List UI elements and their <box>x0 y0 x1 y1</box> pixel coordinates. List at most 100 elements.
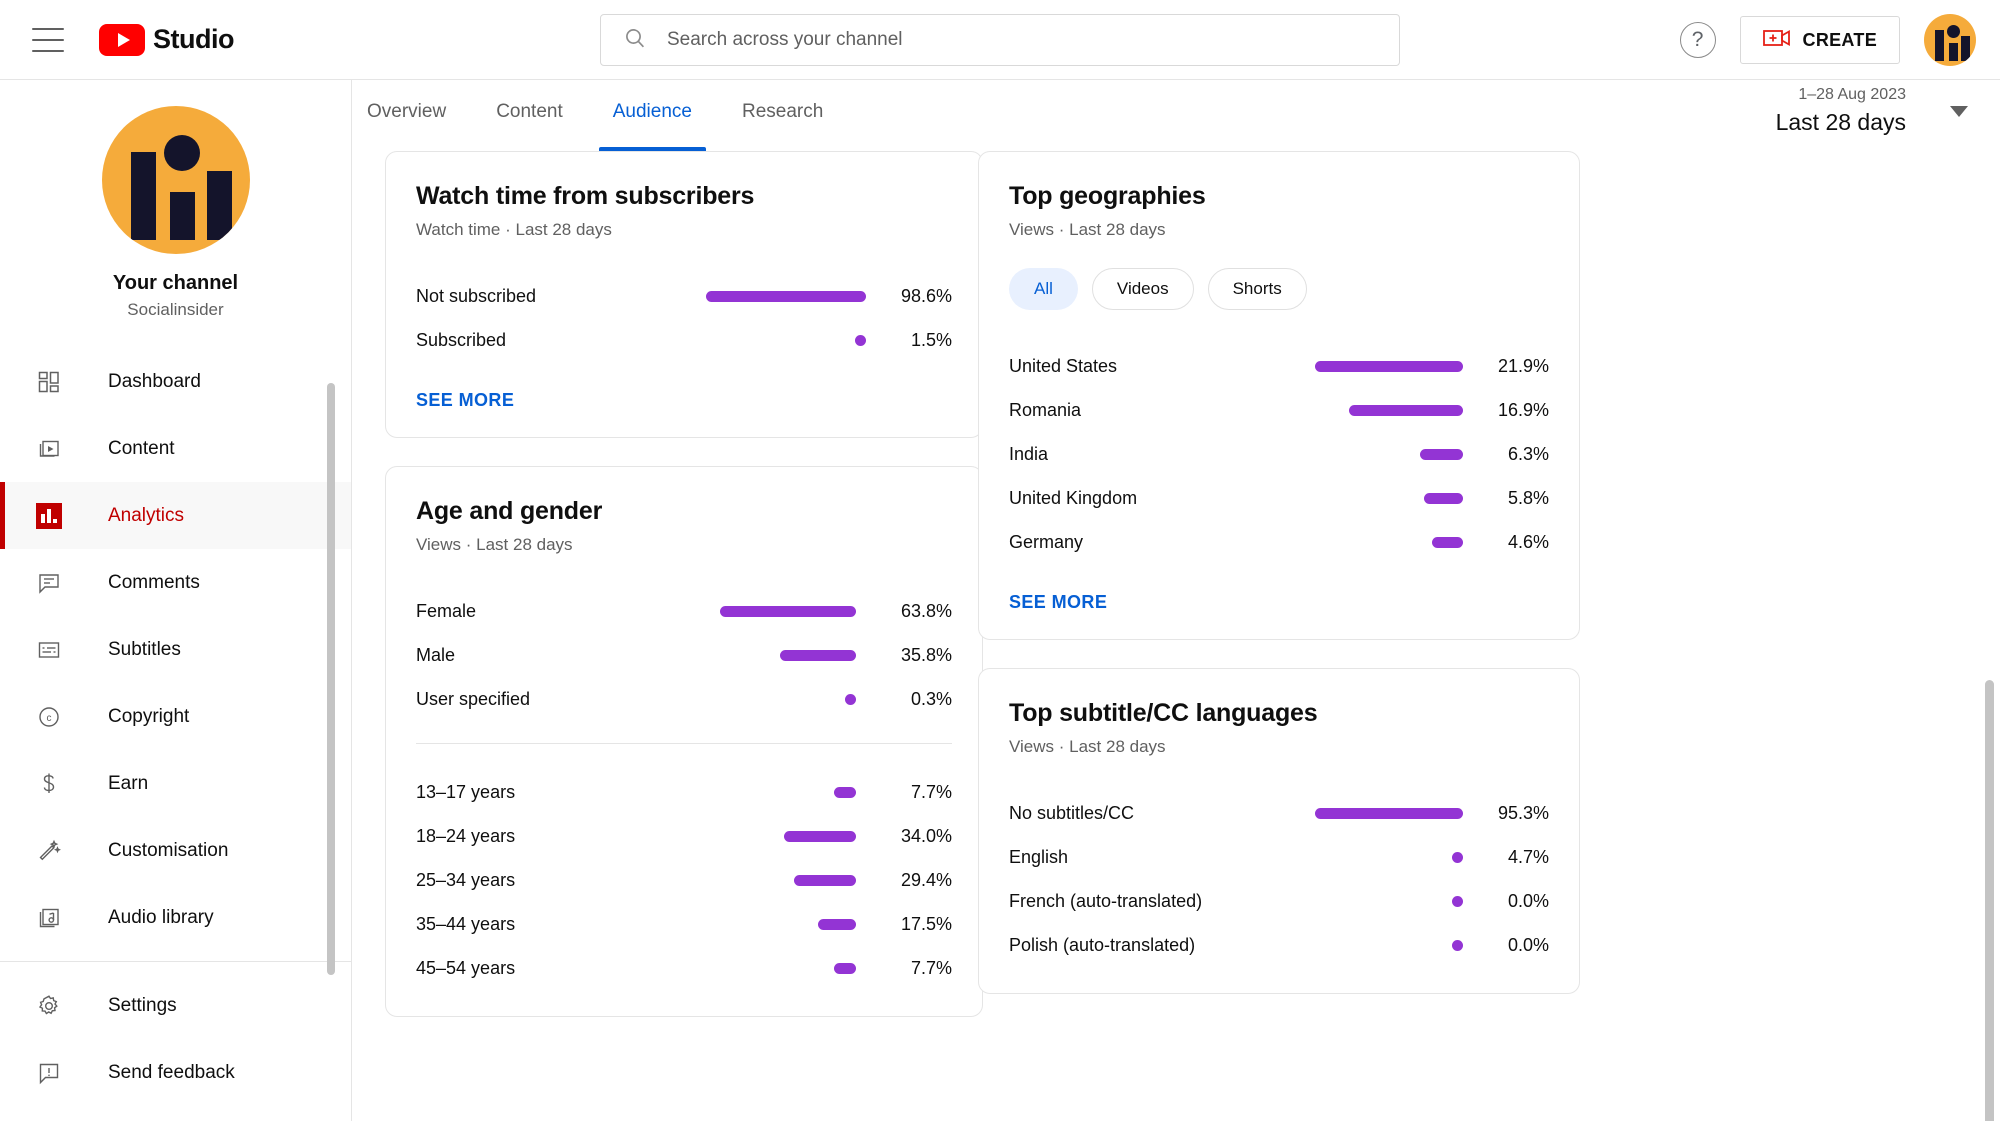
table-row[interactable]: United Kingdom 5.8% <box>1009 476 1549 520</box>
row-label: 13–17 years <box>416 781 516 802</box>
sidebar-item-comments[interactable]: Comments <box>0 549 351 616</box>
sidebar-item-dashboard[interactable]: Dashboard <box>0 348 351 415</box>
row-label: User specified <box>416 688 531 709</box>
sidebar-nav: Dashboard Content Analytics Comments Sub… <box>0 348 351 1106</box>
table-row[interactable]: India 6.3% <box>1009 432 1549 476</box>
studio-logo[interactable]: Studio <box>99 23 234 56</box>
sidebar-item-audio-library[interactable]: Audio library <box>0 884 351 951</box>
date-range-selector[interactable]: 1–28 Aug 2023 Last 28 days <box>1776 86 1968 136</box>
sidebar-item-settings[interactable]: Settings <box>0 972 351 1039</box>
bar-track <box>1137 492 1477 504</box>
bar-track <box>1134 807 1477 819</box>
bar <box>1452 895 1463 907</box>
tab-content[interactable]: Content <box>482 101 577 151</box>
sidebar-item-label: Subtitles <box>108 638 181 660</box>
table-row[interactable]: Romania 16.9% <box>1009 388 1549 432</box>
table-row[interactable]: United States 21.9% <box>1009 344 1549 388</box>
sidebar-item-label: Audio library <box>108 906 214 928</box>
feedback-icon <box>34 1058 64 1088</box>
geo-filter-chips: All Videos Shorts <box>1009 268 1549 310</box>
chip-label: Videos <box>1116 279 1169 298</box>
sidebar-item-customisation[interactable]: Customisation <box>0 817 351 884</box>
chevron-down-icon[interactable] <box>1950 105 1968 117</box>
table-row[interactable]: Polish (auto-translated) 0.0% <box>1009 923 1549 967</box>
search-bar[interactable] <box>600 14 1400 66</box>
channel-title: Your channel <box>112 272 239 294</box>
gear-icon <box>34 991 64 1021</box>
row-label: Male <box>416 644 456 665</box>
table-row[interactable]: User specified 0.3% <box>416 677 952 721</box>
sidebar-item-label: Comments <box>108 571 200 593</box>
tab-audience[interactable]: Audience <box>598 101 707 151</box>
search-input[interactable] <box>667 29 1347 51</box>
bar <box>794 874 856 886</box>
card-subtitle: Views · Last 28 days <box>1009 220 1166 239</box>
youtube-play-icon <box>99 23 145 56</box>
content-scrollbar[interactable] <box>1985 680 1994 1121</box>
row-value: 7.7% <box>910 957 952 978</box>
bar-chart-icon <box>34 501 64 531</box>
sidebar-scrollbar[interactable] <box>327 383 335 975</box>
create-button[interactable]: CREATE <box>1739 16 1900 64</box>
table-row[interactable]: 45–54 years 7.7% <box>416 946 952 990</box>
table-row[interactable]: French (auto-translated) 0.0% <box>1009 879 1549 923</box>
bar-track <box>1195 939 1477 951</box>
bar <box>818 918 856 930</box>
channel-handle: Socialinsider <box>127 300 224 319</box>
table-row[interactable]: Male 35.8% <box>416 633 952 677</box>
table-row[interactable]: Germany 4.6% <box>1009 520 1549 564</box>
table-row[interactable]: Female 63.8% <box>416 589 952 633</box>
table-row[interactable]: 25–34 years 29.4% <box>416 858 952 902</box>
bar <box>1452 939 1463 951</box>
sidebar-item-earn[interactable]: Earn <box>0 750 351 817</box>
row-label: United Kingdom <box>1009 487 1138 508</box>
row-label: No subtitles/CC <box>1009 802 1135 823</box>
bar-track <box>515 830 870 842</box>
row-value: 35.8% <box>900 644 952 665</box>
row-value: 63.8% <box>900 600 952 621</box>
row-value: 6.3% <box>1507 443 1549 464</box>
sidebar-item-send-feedback[interactable]: Send feedback <box>0 1039 351 1106</box>
avatar[interactable] <box>1924 14 1976 66</box>
video-frames-icon <box>34 434 64 464</box>
chip-shorts[interactable]: Shorts <box>1207 268 1307 310</box>
see-more-link[interactable]: SEE MORE <box>1009 592 1107 613</box>
sidebar-item-subtitles[interactable]: Subtitles <box>0 616 351 683</box>
card-subtitle: Watch time · Last 28 days <box>416 220 612 239</box>
sidebar-divider <box>0 961 351 962</box>
sidebar-item-copyright[interactable]: c Copyright <box>0 683 351 750</box>
table-row[interactable]: Subscribed 1.5% <box>416 318 952 362</box>
row-value: 29.4% <box>900 869 952 890</box>
top-bar-actions: ? CREATE <box>1679 0 1976 80</box>
sidebar-item-content[interactable]: Content <box>0 415 351 482</box>
bar-track <box>1083 536 1477 548</box>
help-icon[interactable]: ? <box>1679 22 1716 58</box>
music-note-icon <box>34 903 64 933</box>
channel-avatar[interactable] <box>101 106 250 254</box>
table-row[interactable]: English 4.7% <box>1009 835 1549 879</box>
date-range-text: 1–28 Aug 2023 <box>1798 86 1906 103</box>
sidebar-item-label: Copyright <box>108 705 190 727</box>
channel-block: Your channel Socialinsider <box>0 80 351 320</box>
bar <box>1420 448 1463 460</box>
tab-research[interactable]: Research <box>728 101 837 151</box>
see-more-link[interactable]: SEE MORE <box>416 390 514 411</box>
bar-track <box>1068 851 1477 863</box>
chip-videos[interactable]: Videos <box>1091 268 1194 310</box>
bar <box>1349 404 1463 416</box>
table-row[interactable]: 35–44 years 17.5% <box>416 902 952 946</box>
bar <box>1315 360 1463 372</box>
tab-overview[interactable]: Overview <box>353 101 460 151</box>
sidebar-item-label: Send feedback <box>108 1061 235 1083</box>
row-value: 21.9% <box>1497 355 1549 376</box>
hamburger-icon[interactable] <box>32 27 64 52</box>
row-label: 35–44 years <box>416 913 516 934</box>
table-row[interactable]: Not subscribed 98.6% <box>416 274 952 318</box>
table-row[interactable]: 13–17 years 7.7% <box>416 770 952 814</box>
table-row[interactable]: No subtitles/CC 95.3% <box>1009 791 1549 835</box>
tab-label: Content <box>496 101 563 122</box>
sidebar-item-analytics[interactable]: Analytics <box>0 482 351 549</box>
chip-all[interactable]: All <box>1009 268 1078 310</box>
bar-track <box>506 334 880 346</box>
table-row[interactable]: 18–24 years 34.0% <box>416 814 952 858</box>
